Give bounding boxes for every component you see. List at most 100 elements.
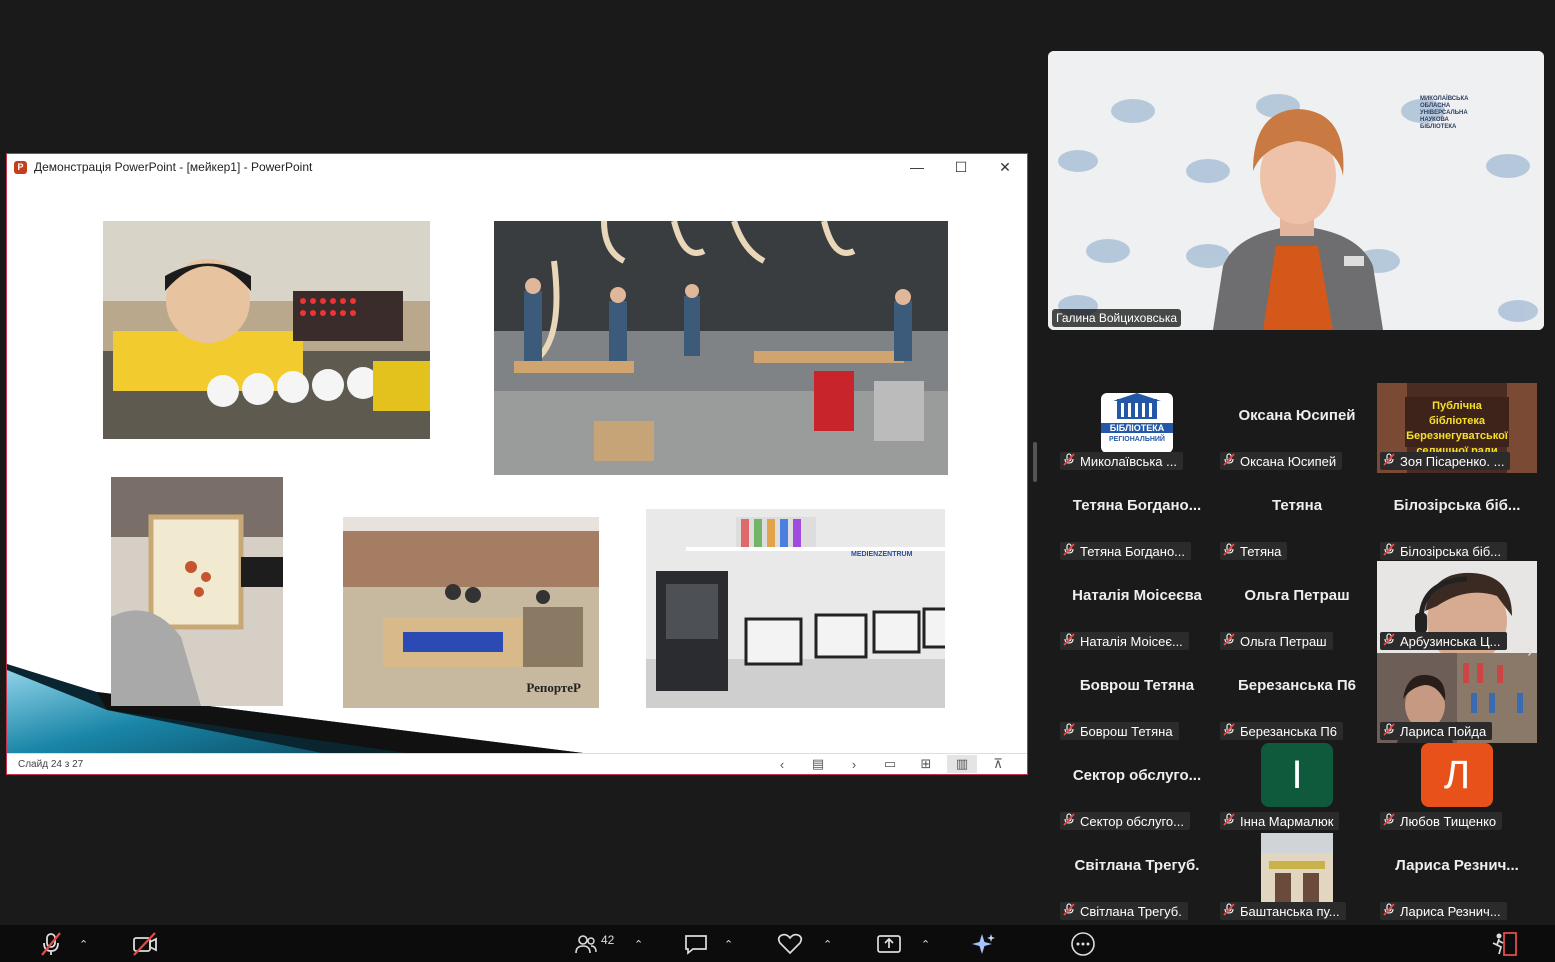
participant-tile[interactable]: Сектор обслуго... Сектор обслуго... [1057, 743, 1217, 833]
leave-door-icon [1492, 932, 1517, 956]
speaker-video[interactable]: МИКОЛАЇВСЬКА ОБЛАСНА УНІВЕРСАЛЬНА НАУКОВ… [1048, 51, 1544, 330]
participant-tile[interactable]: Білозірська біб... Білозірська біб... [1377, 473, 1537, 563]
mute-button[interactable] [38, 931, 64, 957]
normal-view-icon: ▭ [883, 756, 897, 771]
participant-name: Любов Тищенко [1400, 813, 1497, 829]
participant-display-name: Світлана Трегуб. [1074, 857, 1200, 874]
participant-tile[interactable]: Тетяна Тетяна [1217, 473, 1377, 563]
sparkle-icon [972, 934, 995, 954]
participant-tile[interactable]: Баштанська пу... [1217, 833, 1377, 923]
share-screen-icon [877, 935, 901, 953]
participant-tile[interactable]: І Інна Мармалюк [1217, 743, 1377, 833]
participant-display-name: Березанська П6 [1238, 677, 1356, 694]
slide-photo-weaving [111, 477, 283, 706]
participant-name-label: Тетяна Богдано... [1060, 542, 1192, 560]
chevron-right-icon: › [851, 756, 857, 772]
powerpoint-logo-icon: P [14, 160, 27, 174]
participant-name: Світлана Трегуб. [1080, 903, 1182, 919]
participant-logo: БІБЛІОТЕКА РЕГІОНАЛЬНИЙ [1101, 393, 1173, 453]
audio-options-chevron-icon[interactable]: ⌃ [79, 931, 88, 957]
next-slide-button[interactable]: › [839, 755, 869, 773]
slides-icon: ▤ [811, 756, 825, 771]
microphone-muted-icon [1062, 813, 1076, 829]
participant-tile[interactable]: Ольга Петраш Ольга Петраш [1217, 563, 1377, 653]
microphone-muted-icon [1222, 813, 1236, 829]
participant-name: Інна Мармалюк [1240, 813, 1334, 829]
participant-display-name: Оксана Юсипей [1238, 407, 1356, 424]
participant-name-label: Світлана Трегуб. [1060, 902, 1188, 920]
participant-tile[interactable]: БІБЛІОТЕКА РЕГІОНАЛЬНИЙ Миколаївська ... [1057, 383, 1217, 473]
participant-display-name: Тетяна Богдано... [1072, 497, 1202, 514]
participant-name-label: Зоя Пісаренко. ... [1380, 452, 1511, 470]
participant-name: Арбузинська Ц... [1400, 633, 1501, 649]
participant-name-label: Любов Тищенко [1380, 812, 1503, 830]
participant-display-name: Лариса Резнич... [1395, 857, 1519, 874]
grid-icon: ⊞ [920, 756, 932, 771]
close-button[interactable]: ✕ [983, 154, 1027, 180]
participant-name: Березанська П6 [1240, 723, 1337, 739]
microphone-muted-icon [1382, 903, 1396, 919]
slide-overview-button[interactable]: ▤ [803, 755, 833, 773]
chevron-left-icon: ‹ [779, 756, 785, 772]
heart-icon [777, 933, 803, 955]
participant-display-name: Наталія Моісеєва [1072, 587, 1202, 604]
slide-photo-boy-electronics [103, 221, 430, 439]
chat-icon [685, 935, 707, 955]
participant-tile[interactable]: Публічна бібліотека Березнегуватської се… [1377, 383, 1537, 473]
minimize-button[interactable]: — [895, 154, 939, 180]
leave-button[interactable] [1491, 931, 1519, 957]
banner-text: Публічна бібліотека Березнегуватської се… [1406, 400, 1508, 457]
microphone-muted-icon [1382, 723, 1396, 739]
participant-tile[interactable]: Наталія Моісеєва Наталія Моісеє... [1057, 563, 1217, 653]
participants-options-chevron-icon[interactable]: ⌃ [634, 931, 643, 957]
participant-tile[interactable]: Л Любов Тищенко [1377, 743, 1537, 833]
powerpoint-window[interactable]: P Демонстрація PowerPoint - [мейкер1] - … [6, 153, 1028, 775]
speaker-name: Галина Войциховська [1052, 309, 1182, 327]
participant-tile[interactable]: Тетяна Богдано... Тетяна Богдано... [1057, 473, 1217, 563]
participant-display-name: Сектор обслуго... [1072, 767, 1202, 784]
participant-display-name: Білозірська біб... [1393, 497, 1521, 514]
previous-slide-button[interactable]: ‹ [767, 755, 797, 773]
participant-name-label: Лариса Пойда [1380, 722, 1493, 740]
participant-name-label: Арбузинська Ц... [1380, 632, 1507, 650]
share-screen-button[interactable] [876, 931, 902, 957]
participant-name: Тетяна [1240, 543, 1282, 559]
chat-button[interactable] [684, 931, 708, 957]
normal-view-button[interactable]: ▭ [875, 755, 905, 773]
ai-assistant-button[interactable] [970, 931, 996, 957]
maximize-button[interactable]: ☐ [939, 154, 983, 180]
participant-name: Ольга Петраш [1240, 633, 1327, 649]
participant-name-label: Боврош Тетяна [1060, 722, 1179, 740]
participant-name-label: Тетяна [1220, 542, 1288, 560]
share-options-chevron-icon[interactable]: ⌃ [921, 931, 930, 957]
participant-tile[interactable]: Березанська П6 Березанська П6 [1217, 653, 1377, 743]
participant-name-label: Баштанська пу... [1220, 902, 1346, 920]
participant-name-label: Березанська П6 [1220, 722, 1343, 740]
participant-tile[interactable]: Арбузинська Ц... [1377, 561, 1537, 653]
slide-sorter-button[interactable]: ⊞ [911, 755, 941, 773]
participant-name-label: Сектор обслуго... [1060, 812, 1190, 830]
participant-tile[interactable]: Оксана Юсипей Оксана Юсипей [1217, 383, 1377, 473]
participant-tile[interactable]: Боврош Тетяна Боврош Тетяна [1057, 653, 1217, 743]
panel-resize-handle[interactable] [1033, 442, 1037, 482]
more-options-button[interactable] [1070, 931, 1096, 957]
camera-button[interactable] [131, 931, 159, 957]
reactions-button[interactable] [777, 931, 803, 957]
participant-name-label: Білозірська біб... [1380, 542, 1508, 560]
participant-name-label: Оксана Юсипей [1220, 452, 1343, 470]
participant-avatar: І [1261, 743, 1333, 807]
participant-tile[interactable]: Світлана Трегуб. Світлана Трегуб. [1057, 833, 1217, 923]
next-page-arrow-icon[interactable]: › [1527, 641, 1533, 662]
participant-tile[interactable]: Лариса Пойда [1377, 653, 1537, 743]
reactions-options-chevron-icon[interactable]: ⌃ [823, 931, 832, 957]
participant-name: Наталія Моісеє... [1080, 633, 1183, 649]
slideshow-button[interactable]: ⊼ [983, 755, 1013, 773]
reporter-watermark: РепортеР [526, 680, 581, 695]
participant-name-label: Миколаївська ... [1060, 452, 1183, 470]
medienzentrum-sign: MEDIENZENTRUM [851, 551, 913, 558]
chat-options-chevron-icon[interactable]: ⌃ [724, 931, 733, 957]
participants-button[interactable]: 42 [575, 931, 614, 957]
participant-tile[interactable]: Лариса Резнич... Лариса Резнич... [1377, 833, 1537, 923]
ppt-statusbar: Слайд 24 з 27 ‹ ▤ › ▭ ⊞ ▥ ⊼ [7, 753, 1027, 774]
reading-view-button[interactable]: ▥ [947, 755, 977, 773]
